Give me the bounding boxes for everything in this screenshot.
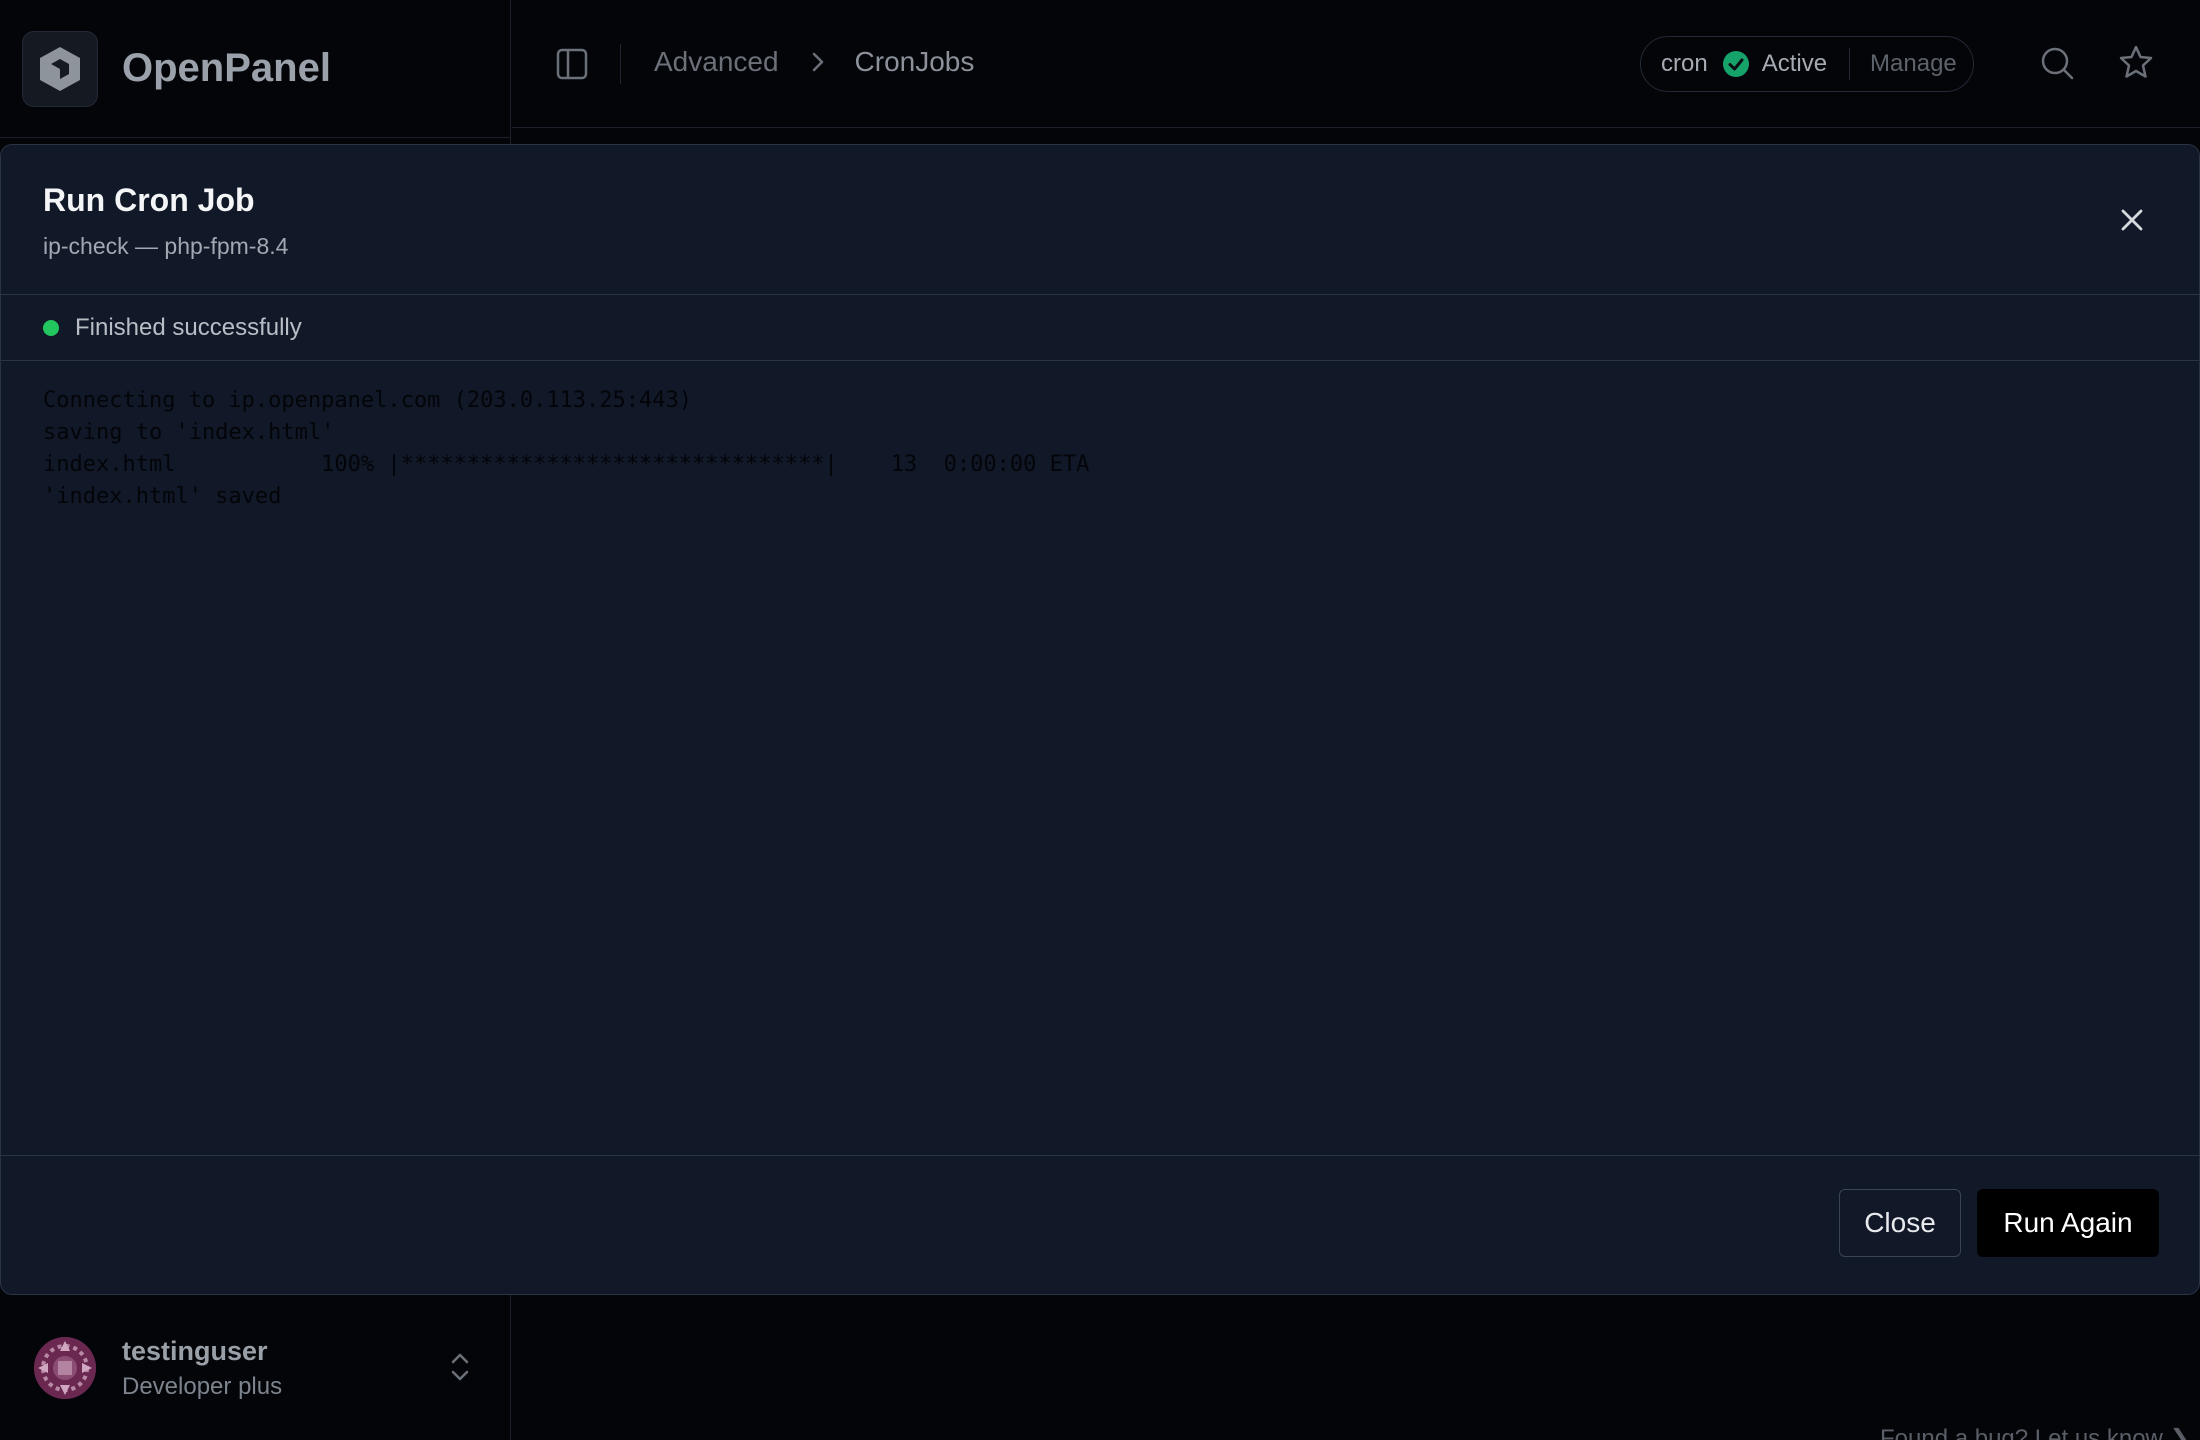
log-line: saving to 'index.html' [43,420,335,445]
service-state: Active [1761,50,1828,77]
pill-divider [1849,48,1851,80]
breadcrumb-item-cronjobs: CronJobs [854,46,975,77]
brand[interactable]: OpenPanel [0,0,510,138]
log-line: 'index.html' saved [43,484,282,509]
run-again-button[interactable]: Run Again [1977,1189,2159,1257]
topbar-divider [620,44,621,84]
bug-report-link[interactable]: Found a bug? Let us know ❯ [1880,1424,2190,1440]
status-dot [43,319,59,336]
chevron-up-down-icon[interactable] [448,1350,472,1389]
dialog-subtitle: ip-check — php-fpm-8.4 [43,233,289,259]
dialog-footer: Close Run Again [1,1156,2199,1294]
manage-service-button[interactable]: Manage [1870,50,1957,78]
dialog-header: Run Cron Job ip-check — php-fpm-8.4 [1,145,2199,295]
user-plan: Developer plus [122,1372,283,1400]
service-status-pill: cron Active Manage [1640,36,1974,92]
user-menu[interactable]: testinguser Developer plus [0,1296,510,1440]
app-root: OpenPanel testinguser Developer plus Adv… [0,0,2200,1440]
job-output-log: Connecting to ip.openpanel.com (203.0.11… [1,361,2199,1156]
job-status-text: Finished successfully [75,313,302,341]
log-line: Connecting to ip.openpanel.com (203.0.11… [43,388,693,413]
service-name: cron [1661,50,1708,77]
brand-name: OpenPanel [122,46,331,90]
run-cron-job-dialog: Run Cron Job ip-check — php-fpm-8.4 Fini… [0,144,2200,1295]
avatar [34,1337,96,1399]
job-status-row: Finished successfully [1,295,2199,361]
openpanel-logo-icon [22,30,98,107]
topbar: Advanced CronJobs cron Active Manage [512,0,2200,128]
close-button[interactable]: Close [1839,1189,1961,1257]
user-name: testinguser [122,1335,268,1366]
check-circle-icon [1722,50,1750,78]
breadcrumb: Advanced CronJobs [654,46,974,78]
dialog-title: Run Cron Job [43,182,255,218]
sidebar-toggle-icon[interactable] [556,48,588,85]
star-icon[interactable] [2118,44,2154,85]
search-icon[interactable] [2040,46,2074,85]
breadcrumb-item-advanced[interactable]: Advanced [654,46,779,78]
close-icon[interactable] [2119,207,2145,238]
chevron-right-icon [811,51,825,73]
log-line: index.html 100% |***********************… [43,452,1090,477]
